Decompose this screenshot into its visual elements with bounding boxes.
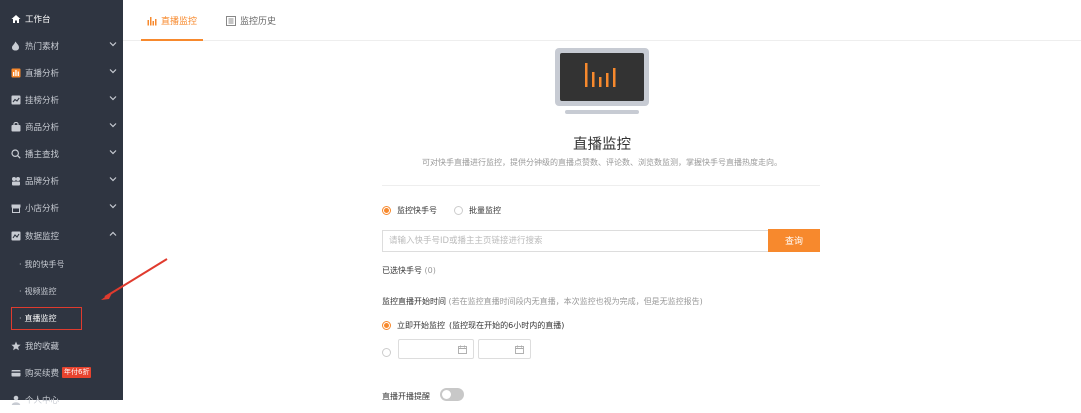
chevron-down-icon <box>109 204 117 209</box>
flame-icon <box>10 40 21 51</box>
radio-custom-time[interactable] <box>382 348 397 357</box>
search-input[interactable] <box>382 230 768 252</box>
calendar-icon <box>458 345 467 354</box>
sidebar-item-label: 挂榜分析 <box>25 95 60 106</box>
radio-batch-monitor[interactable]: 批量监控 <box>454 205 501 216</box>
start-time-label: 监控直播开始时间 <box>382 297 446 306</box>
card-icon <box>10 367 21 378</box>
sidebar-subitem-label: 视频监控 <box>24 287 57 296</box>
main-content: 直播监控 可对快手直播进行监控，提供分钟级的直播点赞数、评论数、浏览数监测，掌握… <box>123 41 1081 401</box>
chevron-down-icon <box>109 123 117 128</box>
bag-icon <box>10 121 21 132</box>
sidebar-item-hot-material[interactable]: 热门素材 <box>0 32 123 59</box>
radio-circle <box>382 206 391 215</box>
reminder-toggle[interactable] <box>440 388 464 401</box>
sidebar-item-brand-analysis[interactable]: 品牌分析 <box>0 167 123 194</box>
date-picker-start[interactable] <box>398 339 474 359</box>
start-time-heading: 监控直播开始时间 (若在监控直播时间段内无直播，本次监控也视为完成，但是无监控报… <box>382 296 703 307</box>
selected-label: 已选快手号 <box>382 266 422 275</box>
selected-count: (0) <box>424 266 436 275</box>
sidebar-item-label: 直播分析 <box>25 68 60 79</box>
live-chart-icon <box>10 67 21 78</box>
sidebar-item-label: 工作台 <box>25 14 51 25</box>
sidebar-item-purchase[interactable]: 购买续费 年付6折 <box>0 359 123 386</box>
search-icon <box>10 148 21 159</box>
date-picker-end[interactable] <box>478 339 531 359</box>
radio-label: 监控快手号 <box>397 206 437 215</box>
sidebar: 工作台 热门素材 直播分析 挂榜分析 商品分析 播主查找 品牌分析 小店分析 数… <box>0 0 123 406</box>
chevron-down-icon <box>109 69 117 74</box>
highlight-box <box>11 307 82 330</box>
sidebar-item-live-analysis[interactable]: 直播分析 <box>0 59 123 86</box>
bar-chart-icon <box>147 16 157 26</box>
tab-monitor-history[interactable]: 监控历史 <box>226 0 276 41</box>
page-description: 可对快手直播进行监控，提供分钟级的直播点赞数、评论数、浏览数监测，掌握快手号直播… <box>422 158 782 167</box>
selected-accounts: 已选快手号 (0) <box>382 265 436 276</box>
monitor-illustration <box>555 48 649 114</box>
start-time-note: (若在监控直播时间段内无直播，本次监控也视为完成，但是无监控报告) <box>448 297 703 306</box>
tab-bar: 直播监控 监控历史 <box>123 0 1081 41</box>
sidebar-item-favorites[interactable]: 我的收藏 <box>0 332 123 359</box>
sidebar-item-label: 我的收藏 <box>25 341 60 352</box>
monitor-icon <box>10 230 21 241</box>
sidebar-item-label: 小店分析 <box>25 203 60 214</box>
chevron-down-icon <box>109 150 117 155</box>
reminder-label: 直播开播提醒 <box>382 392 430 401</box>
history-list-icon <box>226 15 236 26</box>
chevron-down-icon <box>109 96 117 101</box>
tab-live-monitor[interactable]: 直播监控 <box>141 0 203 41</box>
sidebar-item-label: 播主查找 <box>25 149 60 160</box>
star-icon <box>10 340 21 351</box>
line-chart-icon <box>10 94 21 105</box>
radio-circle <box>382 348 391 357</box>
radio-circle <box>454 206 463 215</box>
sidebar-item-shop-analysis[interactable]: 小店分析 <box>0 194 123 221</box>
page-title: 直播监控 <box>573 137 631 153</box>
radio-circle <box>382 321 391 330</box>
chevron-down-icon <box>109 177 117 182</box>
sidebar-item-anchor-search[interactable]: 播主查找 <box>0 140 123 167</box>
sidebar-subitem-label: 我的快手号 <box>24 260 65 269</box>
chevron-down-icon <box>109 42 117 47</box>
sidebar-item-data-monitor[interactable]: 数据监控 <box>0 222 123 249</box>
sidebar-item-label: 品牌分析 <box>25 176 60 187</box>
radio-note: (监控现在开始的6小时内的直播) <box>449 321 565 330</box>
discount-badge: 年付6折 <box>62 367 92 378</box>
radio-label: 立即开始监控 <box>397 321 445 330</box>
calendar-icon <box>515 345 524 354</box>
divider <box>382 185 820 186</box>
radio-start-now[interactable]: 立即开始监控 (监控现在开始的6小时内的直播) <box>382 320 564 331</box>
sidebar-item-label: 热门素材 <box>25 41 60 52</box>
radio-label: 批量监控 <box>469 206 501 215</box>
home-icon <box>10 13 21 24</box>
sidebar-item-label: 商品分析 <box>25 122 60 133</box>
brand-icon <box>10 175 21 186</box>
radio-single-monitor[interactable]: 监控快手号 <box>382 205 437 216</box>
tab-label: 监控历史 <box>240 17 277 27</box>
sidebar-item-list-analysis[interactable]: 挂榜分析 <box>0 86 123 113</box>
sidebar-item-label: 购买续费 <box>25 368 60 379</box>
sidebar-item-product-analysis[interactable]: 商品分析 <box>0 113 123 140</box>
tab-label: 直播监控 <box>160 17 197 27</box>
chevron-up-icon <box>109 231 117 236</box>
shop-icon <box>10 202 21 213</box>
query-button[interactable]: 查询 <box>768 229 820 252</box>
sidebar-item-label: 数据监控 <box>25 231 60 242</box>
sidebar-item-workbench[interactable]: 工作台 <box>0 5 123 32</box>
